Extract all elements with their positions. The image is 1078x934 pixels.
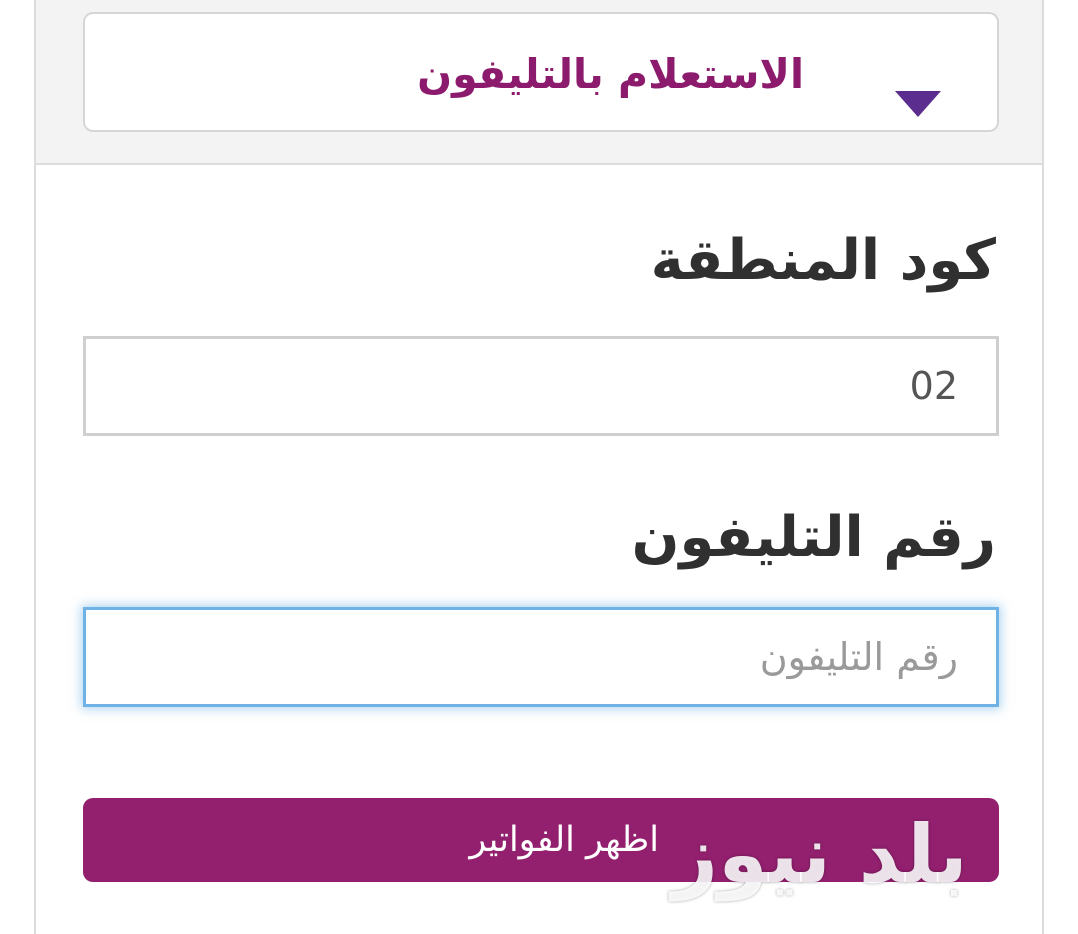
page: الاستعلام بالتليفون كود المنطقة رقم التل… [0,0,1078,934]
show-bills-button[interactable]: اظهر الفواتير [83,798,999,882]
area-code-label: كود المنطقة [650,228,996,293]
phone-number-field[interactable] [83,607,999,707]
inquiry-method-bar: الاستعلام بالتليفون [36,0,1042,165]
area-code-field[interactable] [83,336,999,436]
inquiry-method-label: الاستعلام بالتليفون [417,50,804,98]
inquiry-panel: الاستعلام بالتليفون كود المنطقة رقم التل… [34,0,1044,934]
inquiry-method-dropdown[interactable]: الاستعلام بالتليفون [83,12,999,132]
phone-number-label: رقم التليفون [631,505,996,570]
triangle-down-icon [895,91,941,117]
